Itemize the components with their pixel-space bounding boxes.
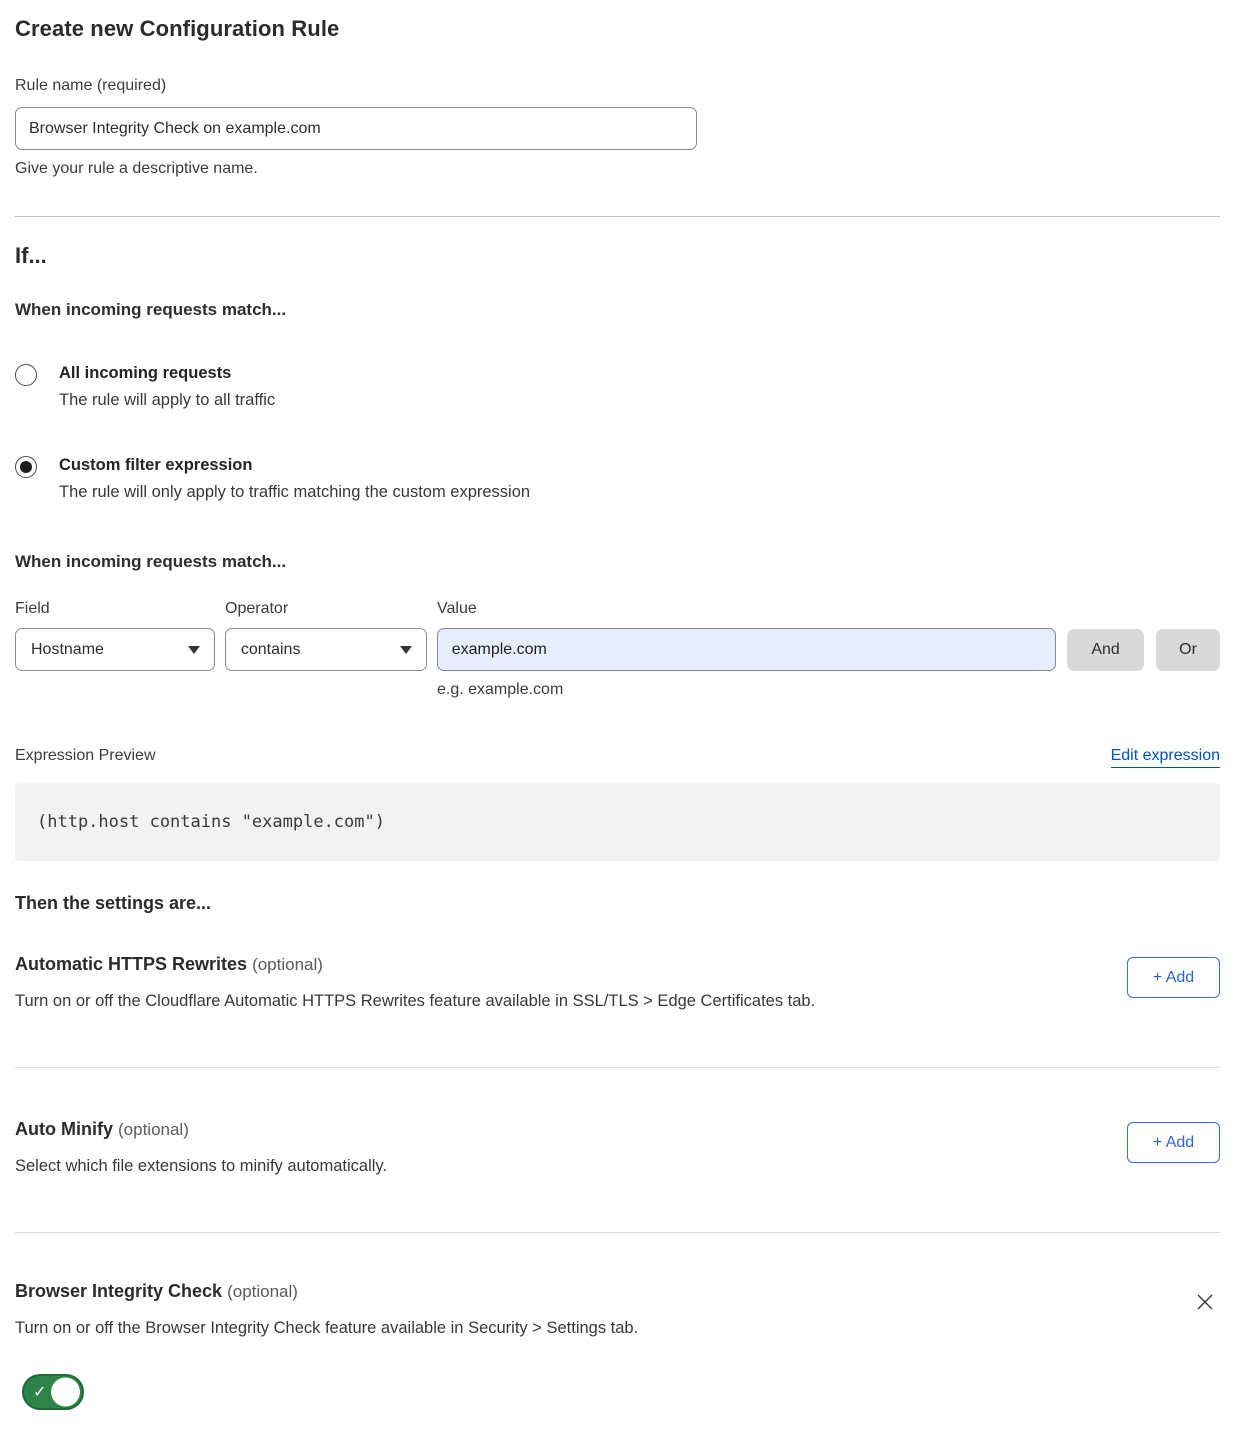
setting-optional-tag: (optional) <box>252 955 323 974</box>
expression-preview-header: Expression Preview Edit expression <box>15 747 1220 768</box>
operator-column-label: Operator <box>225 600 437 618</box>
setting-browser-integrity-check: Browser Integrity Check (optional) Turn … <box>15 1281 1220 1415</box>
radio-option-description: The rule will only apply to traffic matc… <box>59 483 530 502</box>
value-input[interactable] <box>437 628 1056 671</box>
builder-heading: When incoming requests match... <box>15 552 1220 572</box>
value-hint: e.g. example.com <box>437 681 1220 699</box>
builder-column-labels: Field Operator Value <box>15 600 1220 618</box>
edit-expression-link[interactable]: Edit expression <box>1111 747 1220 768</box>
rule-name-input[interactable] <box>15 107 697 150</box>
radio-option-all-incoming-requests[interactable]: All incoming requests The rule will appl… <box>15 362 1220 410</box>
check-icon: ✓ <box>33 1382 46 1402</box>
and-button[interactable]: And <box>1067 629 1144 671</box>
expression-builder: When incoming requests match... Field Op… <box>15 552 1220 699</box>
then-settings-heading: Then the settings are... <box>15 893 1220 914</box>
add-auto-minify-button[interactable]: + Add <box>1127 1122 1220 1163</box>
rule-name-label: Rule name (required) <box>15 77 1220 95</box>
create-configuration-rule-page: Create new Configuration Rule Rule name … <box>0 0 1237 1435</box>
field-column-label: Field <box>15 600 225 618</box>
setting-description: Select which file extensions to minify a… <box>15 1157 387 1176</box>
chevron-down-icon <box>400 646 412 654</box>
radio-option-custom-filter-expression[interactable]: Custom filter expression The rule will o… <box>15 454 1220 502</box>
setting-description: Turn on or off the Browser Integrity Che… <box>15 1319 638 1338</box>
field-select-value: Hostname <box>31 641 104 659</box>
radio-button-unselected[interactable] <box>15 364 37 386</box>
close-icon <box>1194 1291 1216 1313</box>
setting-title: Browser Integrity Check <box>15 1281 222 1301</box>
toggle-knob <box>51 1378 80 1407</box>
if-heading: If... <box>15 243 1220 269</box>
setting-title: Automatic HTTPS Rewrites <box>15 954 247 974</box>
operator-select-value: contains <box>241 641 301 659</box>
remove-setting-button[interactable] <box>1190 1287 1220 1317</box>
setting-description: Turn on or off the Cloudflare Automatic … <box>15 992 815 1011</box>
rule-name-help: Give your rule a descriptive name. <box>15 160 1220 178</box>
builder-controls-row: Hostname contains And Or <box>15 628 1220 671</box>
rule-name-section: Rule name (required) Give your rule a de… <box>15 77 1220 178</box>
divider <box>15 216 1220 217</box>
setting-auto-minify: Auto Minify (optional) Select which file… <box>15 1119 1220 1176</box>
radio-option-label: Custom filter expression <box>59 454 530 476</box>
operator-select[interactable]: contains <box>225 628 427 671</box>
setting-optional-tag: (optional) <box>227 1282 298 1301</box>
setting-automatic-https-rewrites: Automatic HTTPS Rewrites (optional) Turn… <box>15 954 1220 1011</box>
divider <box>15 1067 1220 1068</box>
add-automatic-https-rewrites-button[interactable]: + Add <box>1127 957 1220 998</box>
radio-option-description: The rule will apply to all traffic <box>59 391 275 410</box>
field-select[interactable]: Hostname <box>15 628 215 671</box>
expression-preview-label: Expression Preview <box>15 747 156 765</box>
radio-button-selected[interactable] <box>15 456 37 478</box>
setting-optional-tag: (optional) <box>118 1120 189 1139</box>
expression-preview-code: (http.host contains "example.com") <box>15 783 1220 861</box>
setting-title: Auto Minify <box>15 1119 113 1139</box>
browser-integrity-check-toggle[interactable]: ✓ <box>22 1374 84 1410</box>
chevron-down-icon <box>188 646 200 654</box>
when-incoming-requests-heading: When incoming requests match... <box>15 300 1220 320</box>
value-column-label: Value <box>437 600 1220 618</box>
or-button[interactable]: Or <box>1156 629 1220 671</box>
divider <box>15 1232 1220 1233</box>
page-title: Create new Configuration Rule <box>15 16 1220 42</box>
radio-option-label: All incoming requests <box>59 362 275 384</box>
